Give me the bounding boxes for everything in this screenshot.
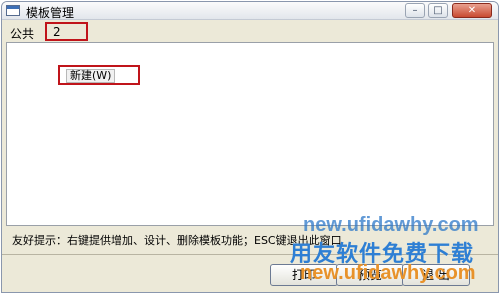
divider xyxy=(2,254,498,255)
maximize-button[interactable]: □ xyxy=(428,3,448,18)
template-list-area[interactable]: 新建(W) xyxy=(6,42,494,226)
tab-name-highlight: 2 xyxy=(45,22,88,41)
template-manager-window: 模板管理 – □ ✕ 公共 2 新建(W) 友好提示：右键提供增加、设计、删除模… xyxy=(1,1,499,293)
new-item-highlight: 新建(W) xyxy=(58,65,140,85)
preview-button[interactable]: 预览 xyxy=(336,264,404,286)
tab-public[interactable]: 公共 xyxy=(10,25,34,42)
context-menu-new[interactable]: 新建(W) xyxy=(66,69,116,83)
app-window-icon xyxy=(6,5,20,16)
window-title: 模板管理 xyxy=(26,6,75,20)
exit-button[interactable]: 退 出 xyxy=(402,264,470,286)
minimize-button[interactable]: – xyxy=(405,3,425,18)
hint-text: 友好提示：右键提供增加、设计、删除模板功能；ESC键退出此窗口 xyxy=(12,234,342,247)
print-button[interactable]: 打印 xyxy=(270,264,338,286)
tab-strip: 公共 2 xyxy=(2,20,498,42)
title-bar[interactable]: 模板管理 – □ ✕ xyxy=(2,2,498,20)
close-button[interactable]: ✕ xyxy=(452,3,492,18)
tab-name-input[interactable]: 2 xyxy=(53,25,61,39)
